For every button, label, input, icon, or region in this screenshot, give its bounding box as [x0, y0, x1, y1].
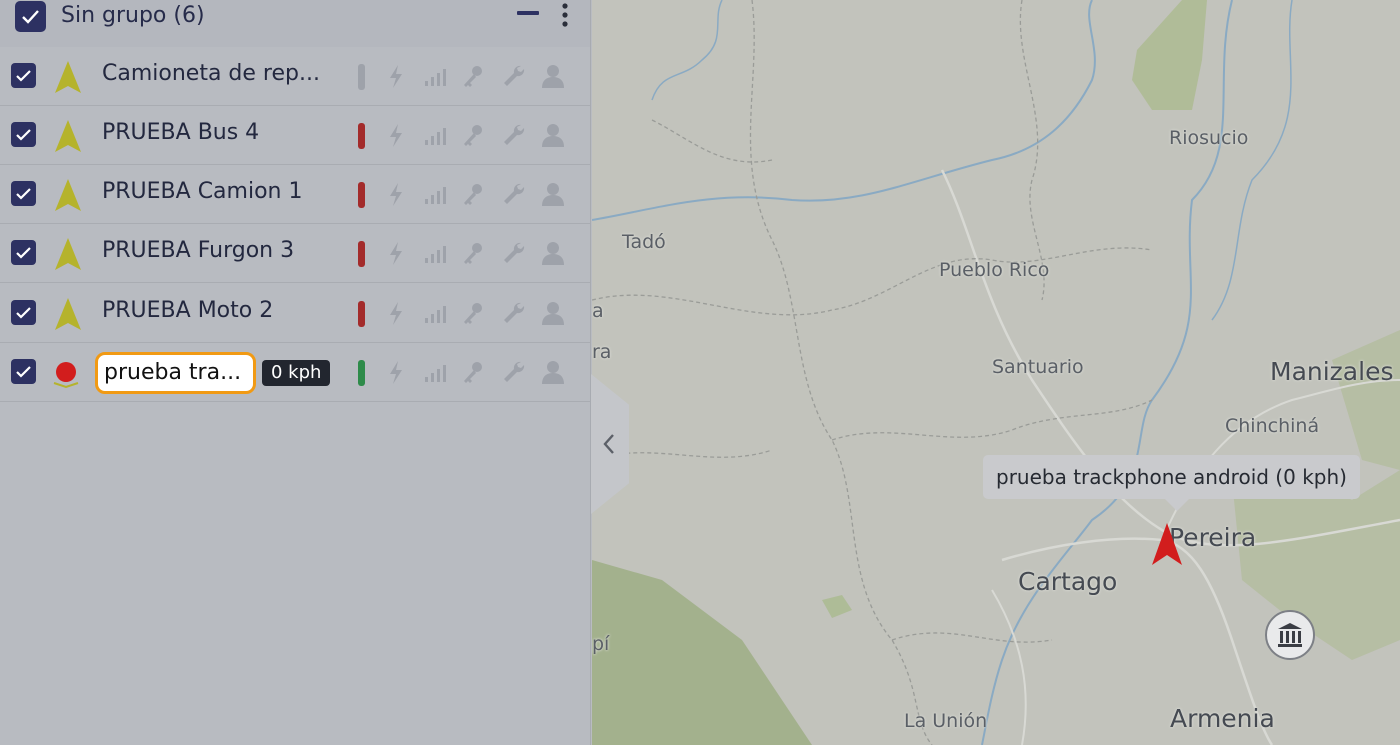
vehicle-tooltip: prueba trackphone android (0 kph) — [983, 455, 1360, 511]
status-indicator — [358, 182, 365, 208]
signal-icon — [425, 306, 446, 323]
signal-icon — [425, 69, 446, 86]
key-icon — [464, 184, 482, 205]
map-view[interactable]: Riosucio Tadó Pueblo Rico Santuario Mani… — [592, 0, 1400, 745]
map-label-pueblo-rico: Pueblo Rico — [939, 259, 1050, 281]
device-checkbox[interactable] — [11, 359, 36, 384]
device-direction-arrow-icon — [55, 179, 81, 211]
device-direction-arrow-icon — [55, 298, 81, 330]
device-location-marker-icon — [53, 362, 79, 389]
status-indicator — [358, 123, 365, 149]
map-label-chinchina: Chinchiná — [1225, 415, 1320, 437]
map-label-edge: ra — [592, 341, 612, 363]
wrench-icon — [504, 183, 525, 204]
chevron-left-icon — [603, 434, 614, 454]
user-icon — [542, 302, 564, 325]
device-row[interactable]: prueba tra... 0 kph — [0, 343, 590, 402]
wrench-icon — [504, 302, 525, 323]
device-name-highlighted[interactable]: prueba tra... — [95, 352, 256, 394]
map-label-edge: pí — [592, 633, 610, 655]
device-name: PRUEBA Moto 2 — [102, 298, 274, 323]
status-indicator — [358, 241, 365, 267]
map-label-la-union: La Unión — [904, 710, 988, 732]
device-name: PRUEBA Furgon 3 — [102, 238, 295, 263]
vehicle-marker-icon[interactable] — [1150, 521, 1184, 567]
status-indicator — [358, 301, 365, 327]
map-label-tado: Tadó — [622, 231, 666, 253]
signal-icon — [425, 187, 446, 204]
device-row[interactable]: PRUEBA Furgon 3 — [0, 224, 590, 283]
bolt-icon — [390, 124, 402, 147]
key-icon — [464, 243, 482, 264]
device-name: PRUEBA Bus 4 — [102, 120, 260, 145]
bolt-icon — [390, 183, 402, 206]
key-icon — [464, 66, 482, 87]
status-indicator — [358, 64, 365, 90]
status-indicator — [358, 360, 365, 386]
device-direction-arrow-icon — [55, 120, 81, 152]
bolt-icon — [390, 242, 402, 265]
device-checkbox[interactable] — [11, 122, 36, 147]
device-name: PRUEBA Camion 1 — [102, 179, 303, 204]
device-row[interactable]: PRUEBA Moto 2 — [0, 284, 590, 343]
signal-icon — [425, 128, 446, 145]
group-select-checkbox[interactable] — [15, 1, 46, 32]
map-label-riosucio: Riosucio — [1169, 127, 1249, 149]
map-label-santuario: Santuario — [992, 356, 1084, 378]
map-label-manizales: Manizales — [1270, 357, 1394, 386]
key-icon — [464, 362, 482, 383]
map-label-edge: a — [592, 300, 604, 322]
wrench-icon — [504, 65, 525, 86]
bolt-icon — [390, 65, 402, 88]
device-name: Camioneta de rep... — [102, 61, 320, 86]
user-icon — [542, 124, 564, 147]
device-row[interactable]: PRUEBA Camion 1 — [0, 165, 590, 224]
device-direction-arrow-icon — [55, 238, 81, 270]
collapse-group-icon[interactable] — [517, 11, 539, 15]
user-icon — [542, 65, 564, 88]
device-direction-arrow-icon — [55, 61, 81, 93]
device-list-panel: Sin grupo (6) Camioneta de rep... PRUEBA … — [0, 0, 591, 745]
museum-icon[interactable] — [1265, 610, 1315, 660]
map-label-armenia: Armenia — [1170, 704, 1275, 733]
bolt-icon — [390, 361, 402, 384]
user-icon — [542, 183, 564, 206]
wrench-icon — [504, 361, 525, 382]
device-row[interactable]: PRUEBA Bus 4 — [0, 106, 590, 165]
device-checkbox[interactable] — [11, 240, 36, 265]
signal-icon — [425, 365, 446, 382]
speed-badge: 0 kph — [262, 360, 331, 386]
device-checkbox[interactable] — [11, 63, 36, 88]
signal-icon — [425, 246, 446, 263]
wrench-icon — [504, 124, 525, 145]
device-row[interactable]: Camioneta de rep... — [0, 47, 590, 106]
bolt-icon — [390, 302, 402, 325]
map-label-cartago: Cartago — [1018, 567, 1118, 596]
key-icon — [464, 125, 482, 146]
device-checkbox[interactable] — [11, 300, 36, 325]
more-options-icon[interactable] — [556, 2, 574, 28]
group-header: Sin grupo (6) — [0, 0, 590, 47]
device-checkbox[interactable] — [11, 181, 36, 206]
key-icon — [464, 303, 482, 324]
group-title: Sin grupo (6) — [61, 3, 205, 28]
device-name: prueba tra... — [104, 360, 242, 385]
user-icon — [542, 242, 564, 265]
wrench-icon — [504, 242, 525, 263]
user-icon — [542, 361, 564, 384]
